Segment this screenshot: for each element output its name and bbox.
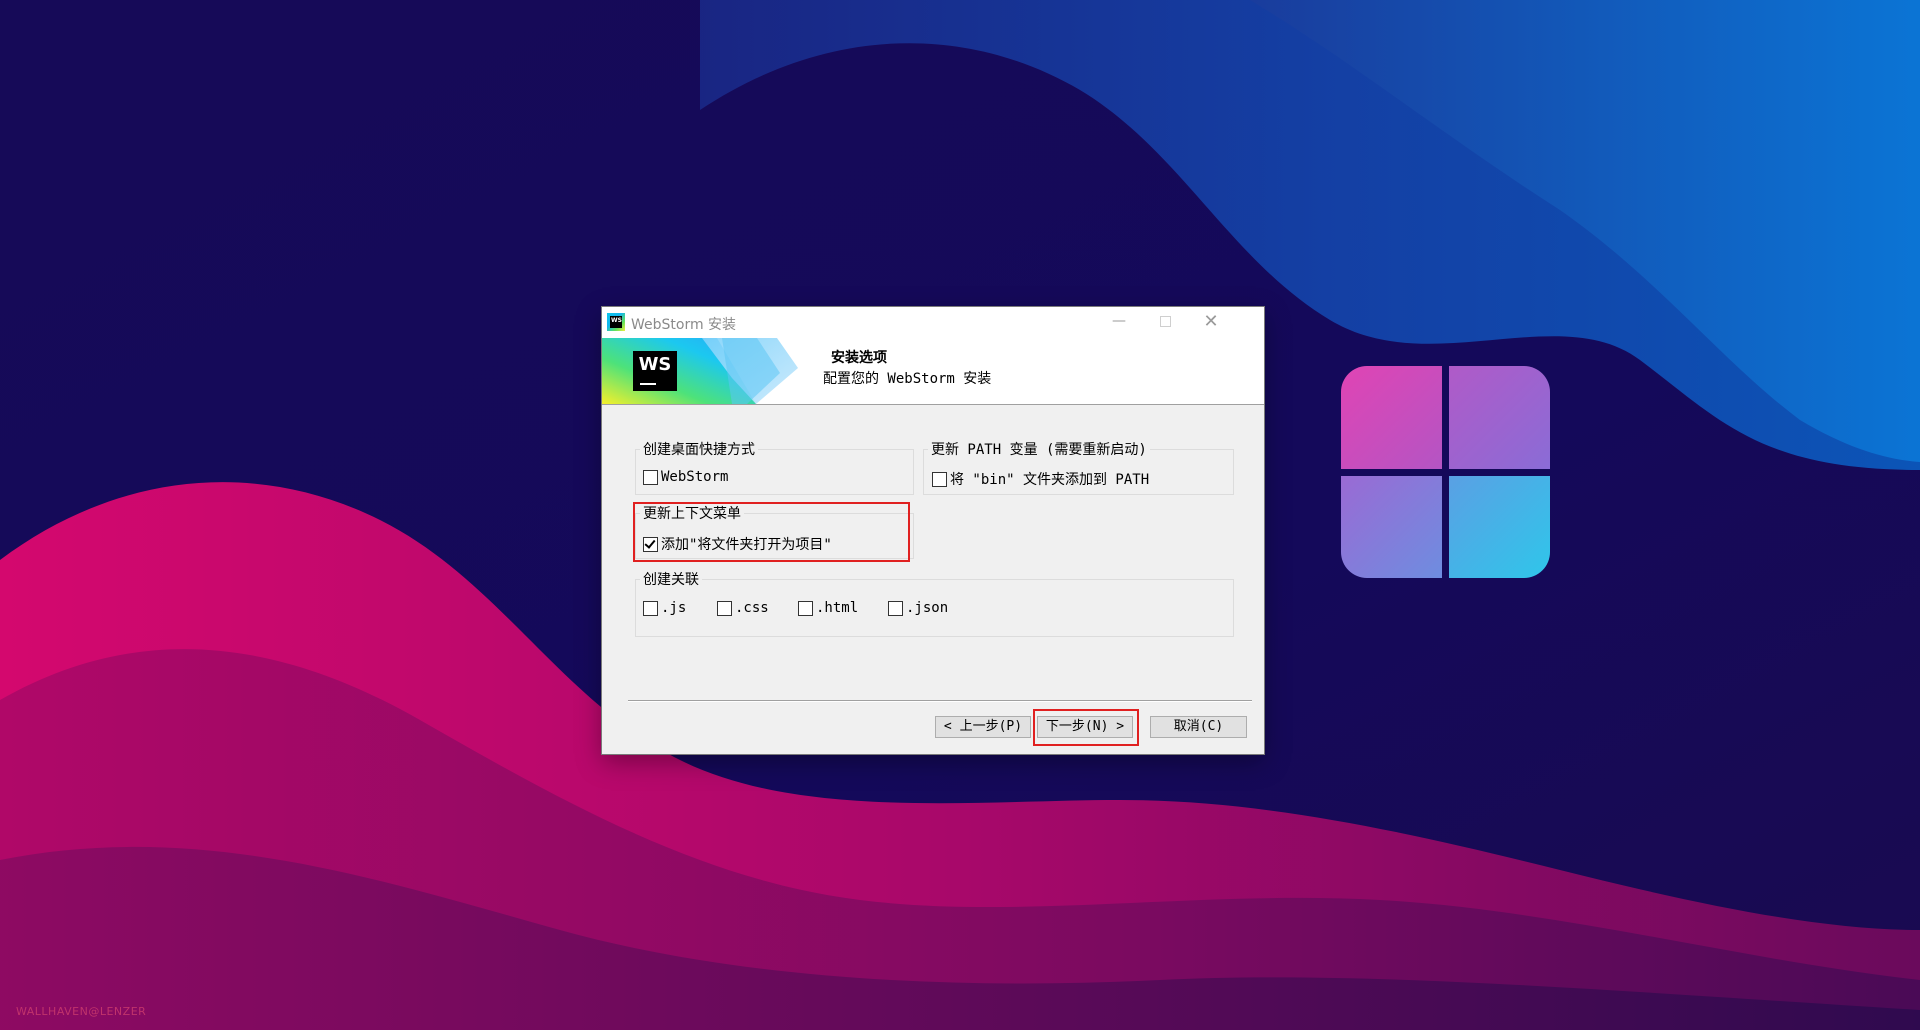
webstorm-shortcut-checkbox[interactable]: WebStorm: [643, 469, 728, 485]
checkbox-label: .css: [735, 600, 769, 616]
checkbox-label: .json: [906, 600, 949, 616]
checkbox-label: .html: [816, 600, 859, 616]
app-icon-label: WS: [610, 316, 622, 328]
checkbox-label: 将 "bin" 文件夹添加到 PATH: [950, 472, 1150, 488]
minimize-button[interactable]: —: [1096, 307, 1142, 338]
windows-logo-icon: [1341, 366, 1550, 578]
checkbox-box: [932, 471, 947, 487]
banner-graphic: WS: [602, 338, 802, 404]
checkbox-label: WebStorm: [661, 469, 729, 485]
next-button-highlight: [1033, 709, 1139, 746]
page-subtitle: 配置您的 WebStorm 安装: [823, 371, 992, 387]
windows-logo-tile: [1341, 366, 1442, 469]
webstorm-app-icon: WS: [607, 313, 625, 331]
wallpaper-watermark: WALLHAVEN@LENZER: [16, 1005, 147, 1018]
css-association-checkbox[interactable]: .css: [717, 600, 769, 616]
windows-logo-tile: [1341, 475, 1442, 578]
back-button[interactable]: < 上一步(P): [935, 716, 1031, 738]
maximize-button: [1142, 307, 1188, 338]
associations-group-label: 创建关联: [640, 569, 702, 589]
checkbox-box: [717, 600, 732, 616]
desktop: WALLHAVEN@LENZER WS WebStorm 安装 — ✕ WS 安…: [0, 0, 1920, 1030]
close-button[interactable]: ✕: [1188, 307, 1234, 338]
html-association-checkbox[interactable]: .html: [798, 600, 858, 616]
webstorm-logo-bar: [640, 383, 656, 385]
context-menu-highlight: [633, 502, 910, 562]
path-update-group-label: 更新 PATH 变量 (需要重新启动): [928, 439, 1150, 459]
checkbox-box: [888, 600, 903, 616]
checkbox-box: [798, 600, 813, 616]
installer-window: WS WebStorm 安装 — ✕ WS 安装选项 配置您的 WebStorm…: [602, 307, 1264, 754]
windows-logo-tile: [1449, 366, 1550, 469]
add-bin-to-path-checkbox[interactable]: 将 "bin" 文件夹添加到 PATH: [932, 469, 1149, 489]
checkbox-label: .js: [661, 600, 687, 616]
desktop-shortcut-group-label: 创建桌面快捷方式: [640, 439, 758, 459]
checkbox-box: [643, 469, 658, 485]
checkbox-box: [643, 600, 658, 616]
maximize-icon: [1159, 315, 1171, 327]
button-separator: [628, 700, 1252, 702]
title-bar[interactable]: WS WebStorm 安装 — ✕: [602, 307, 1264, 338]
header-banner: WS 安装选项 配置您的 WebStorm 安装: [602, 338, 1264, 405]
windows-logo-tile: [1449, 475, 1550, 578]
webstorm-logo: WS: [633, 351, 677, 391]
js-association-checkbox[interactable]: .js: [643, 600, 686, 616]
close-icon: ✕: [1203, 311, 1219, 332]
cancel-button[interactable]: 取消(C): [1150, 716, 1247, 738]
minimize-icon: —: [1112, 313, 1126, 329]
window-title: WebStorm 安装: [631, 317, 737, 333]
webstorm-logo-text: WS: [638, 354, 672, 375]
json-association-checkbox[interactable]: .json: [888, 600, 948, 616]
page-title: 安装选项: [831, 350, 887, 366]
